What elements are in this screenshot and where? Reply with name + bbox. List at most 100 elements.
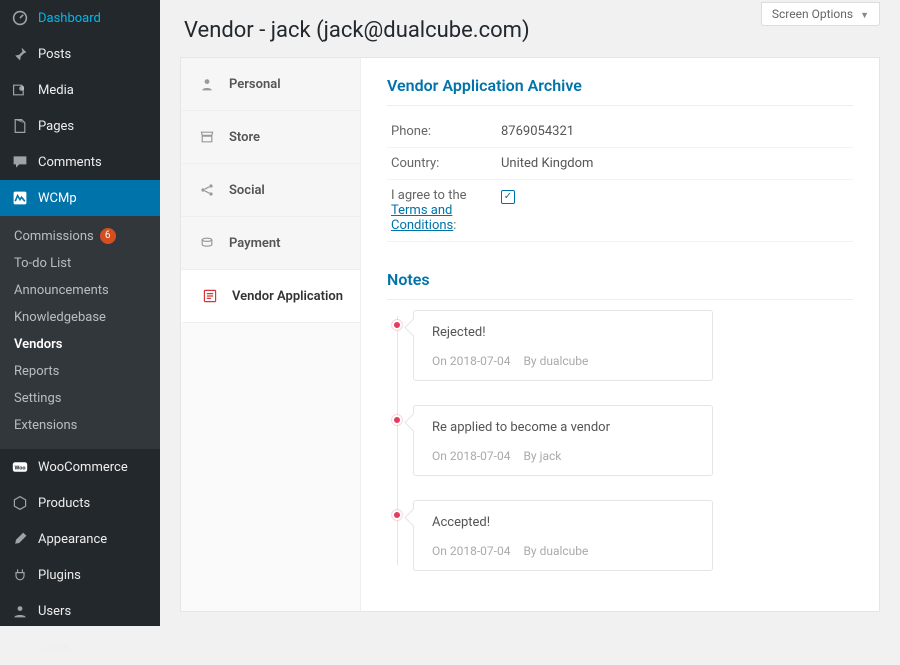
commissions-badge: 6	[100, 228, 116, 244]
note-meta: On 2018-07-04 By jack	[432, 449, 694, 463]
tab-vendor-application[interactable]: Vendor Application	[181, 270, 360, 323]
notes-title: Notes	[387, 270, 853, 300]
person-icon	[197, 76, 217, 92]
note-meta: On 2018-07-04 By dualcube	[432, 354, 694, 368]
archive-table: Phone: 8769054321 Country: United Kingdo…	[387, 116, 853, 242]
note-item: Rejected! On 2018-07-04 By dualcube	[413, 310, 853, 381]
note-date: On 2018-07-04	[432, 449, 510, 463]
submenu-settings[interactable]: Settings	[0, 385, 160, 412]
sidebar-item-label: Plugins	[38, 568, 81, 583]
note-date: On 2018-07-04	[432, 354, 510, 368]
products-icon	[10, 493, 30, 513]
sidebar-item-label: WCMp	[38, 191, 77, 206]
note-meta: On 2018-07-04 By dualcube	[432, 544, 694, 558]
media-icon	[10, 80, 30, 100]
sidebar-item-label: Dashboard	[38, 11, 101, 26]
submenu-label: Settings	[14, 391, 61, 406]
sidebar-item-woocommerce[interactable]: Woo WooCommerce	[0, 449, 160, 485]
note-date: On 2018-07-04	[432, 544, 510, 558]
sidebar-item-tools[interactable]: Tools	[0, 629, 160, 665]
vendor-panel: Personal Store Social Payment	[180, 57, 880, 612]
note-bubble: Rejected! On 2018-07-04 By dualcube	[413, 310, 713, 381]
sidebar-item-label: Comments	[38, 155, 102, 170]
woocommerce-icon: Woo	[10, 457, 30, 477]
checkbox-checked-icon[interactable]: ✓	[501, 190, 515, 204]
submenu-todo[interactable]: To-do List	[0, 250, 160, 277]
sidebar-item-label: Posts	[38, 47, 71, 62]
dashboard-icon	[10, 8, 30, 28]
note-author: By dualcube	[523, 544, 588, 558]
tab-label: Social	[229, 183, 265, 198]
wcmp-submenu: Commissions 6 To-do List Announcements K…	[0, 216, 160, 449]
sidebar-item-appearance[interactable]: Appearance	[0, 521, 160, 557]
notes-timeline: Rejected! On 2018-07-04 By dualcube Re a…	[393, 310, 853, 571]
sidebar-item-label: Appearance	[38, 532, 107, 547]
store-icon	[197, 129, 217, 145]
submenu-announcements[interactable]: Announcements	[0, 277, 160, 304]
tab-label: Vendor Application	[232, 289, 343, 304]
row-country: Country: United Kingdom	[387, 148, 853, 180]
note-author: By dualcube	[523, 354, 588, 368]
pin-icon	[10, 44, 30, 64]
note-message: Accepted!	[432, 515, 694, 530]
main-content: Screen Options ▼ Vendor - jack (jack@dua…	[160, 0, 900, 626]
phone-label: Phone:	[387, 116, 497, 148]
submenu-extensions[interactable]: Extensions	[0, 412, 160, 439]
submenu-reports[interactable]: Reports	[0, 358, 160, 385]
tab-label: Store	[229, 130, 260, 145]
sidebar-item-posts[interactable]: Posts	[0, 36, 160, 72]
timeline-dot-icon	[392, 320, 402, 330]
country-value: United Kingdom	[497, 148, 853, 180]
terms-label: I agree to the Terms and Conditions:	[387, 180, 497, 242]
submenu-commissions[interactable]: Commissions 6	[0, 222, 160, 250]
wcmp-icon	[10, 188, 30, 208]
note-item: Re applied to become a vendor On 2018-07…	[413, 405, 853, 476]
wrench-icon	[10, 637, 30, 657]
tab-content: Vendor Application Archive Phone: 876905…	[361, 58, 879, 611]
tab-label: Personal	[229, 77, 281, 92]
form-icon	[200, 288, 220, 304]
sidebar-item-users[interactable]: Users	[0, 593, 160, 629]
tab-social[interactable]: Social	[181, 164, 360, 217]
sidebar-item-label: Users	[38, 604, 71, 619]
sidebar-item-label: Products	[38, 496, 90, 511]
sidebar-item-plugins[interactable]: Plugins	[0, 557, 160, 593]
sidebar-item-dashboard[interactable]: Dashboard	[0, 0, 160, 36]
tab-label: Payment	[229, 236, 281, 251]
comment-icon	[10, 152, 30, 172]
terms-link[interactable]: Terms and Conditions	[391, 203, 453, 233]
tab-payment[interactable]: Payment	[181, 217, 360, 270]
row-terms: I agree to the Terms and Conditions: ✓	[387, 180, 853, 242]
note-message: Re applied to become a vendor	[432, 420, 694, 435]
admin-sidebar: Dashboard Posts Media Pages Comments WCM…	[0, 0, 160, 626]
sidebar-item-wcmp[interactable]: WCMp	[0, 180, 160, 216]
sidebar-item-comments[interactable]: Comments	[0, 144, 160, 180]
brush-icon	[10, 529, 30, 549]
screen-options-label: Screen Options	[772, 7, 853, 21]
tab-store[interactable]: Store	[181, 111, 360, 164]
submenu-label: To-do List	[14, 256, 71, 271]
page-icon	[10, 116, 30, 136]
share-icon	[197, 182, 217, 198]
note-message: Rejected!	[432, 325, 694, 340]
timeline-dot-icon	[392, 510, 402, 520]
submenu-label: Commissions	[14, 229, 94, 244]
submenu-knowledgebase[interactable]: Knowledgebase	[0, 304, 160, 331]
submenu-label: Knowledgebase	[14, 310, 106, 325]
submenu-label: Reports	[14, 364, 59, 379]
note-bubble: Re applied to become a vendor On 2018-07…	[413, 405, 713, 476]
submenu-label: Vendors	[14, 337, 62, 352]
sidebar-item-pages[interactable]: Pages	[0, 108, 160, 144]
sidebar-item-products[interactable]: Products	[0, 485, 160, 521]
terms-value: ✓	[497, 180, 853, 242]
note-bubble: Accepted! On 2018-07-04 By dualcube	[413, 500, 713, 571]
sidebar-item-media[interactable]: Media	[0, 72, 160, 108]
sidebar-item-label: Pages	[38, 119, 74, 134]
tab-personal[interactable]: Personal	[181, 58, 360, 111]
country-label: Country:	[387, 148, 497, 180]
phone-value: 8769054321	[497, 116, 853, 148]
plug-icon	[10, 565, 30, 585]
screen-options-button[interactable]: Screen Options ▼	[761, 2, 880, 26]
sidebar-item-label: WooCommerce	[38, 460, 128, 475]
submenu-vendors[interactable]: Vendors	[0, 331, 160, 358]
